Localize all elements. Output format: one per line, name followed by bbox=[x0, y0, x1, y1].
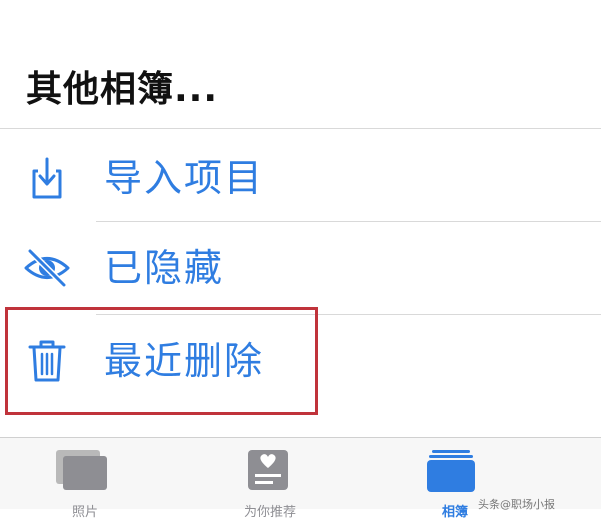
watermark: 头条@职场小报 bbox=[478, 498, 555, 511]
album-row-label: 导入项目 bbox=[104, 156, 265, 200]
tab-label: 相簿 bbox=[441, 505, 469, 520]
import-icon bbox=[22, 153, 72, 203]
highlight-annotation-box bbox=[5, 307, 318, 415]
divider bbox=[0, 128, 601, 129]
albums-icon bbox=[426, 448, 482, 498]
tab-label: 照片 bbox=[71, 505, 99, 520]
divider bbox=[96, 221, 601, 222]
for-you-icon bbox=[246, 448, 292, 496]
album-row-label: 已隐藏 bbox=[104, 246, 225, 290]
tab-label: 为你推荐 bbox=[243, 505, 297, 520]
section-title: 其他相簿... bbox=[26, 69, 219, 110]
tab-photos[interactable]: 照片 bbox=[40, 438, 130, 520]
photos-icon bbox=[54, 448, 110, 496]
album-row-import[interactable]: 导入项目 bbox=[0, 135, 601, 221]
album-row-hidden[interactable]: 已隐藏 bbox=[0, 225, 601, 311]
hidden-eye-icon bbox=[22, 243, 72, 293]
tab-for-you[interactable]: 为你推荐 bbox=[220, 438, 320, 520]
